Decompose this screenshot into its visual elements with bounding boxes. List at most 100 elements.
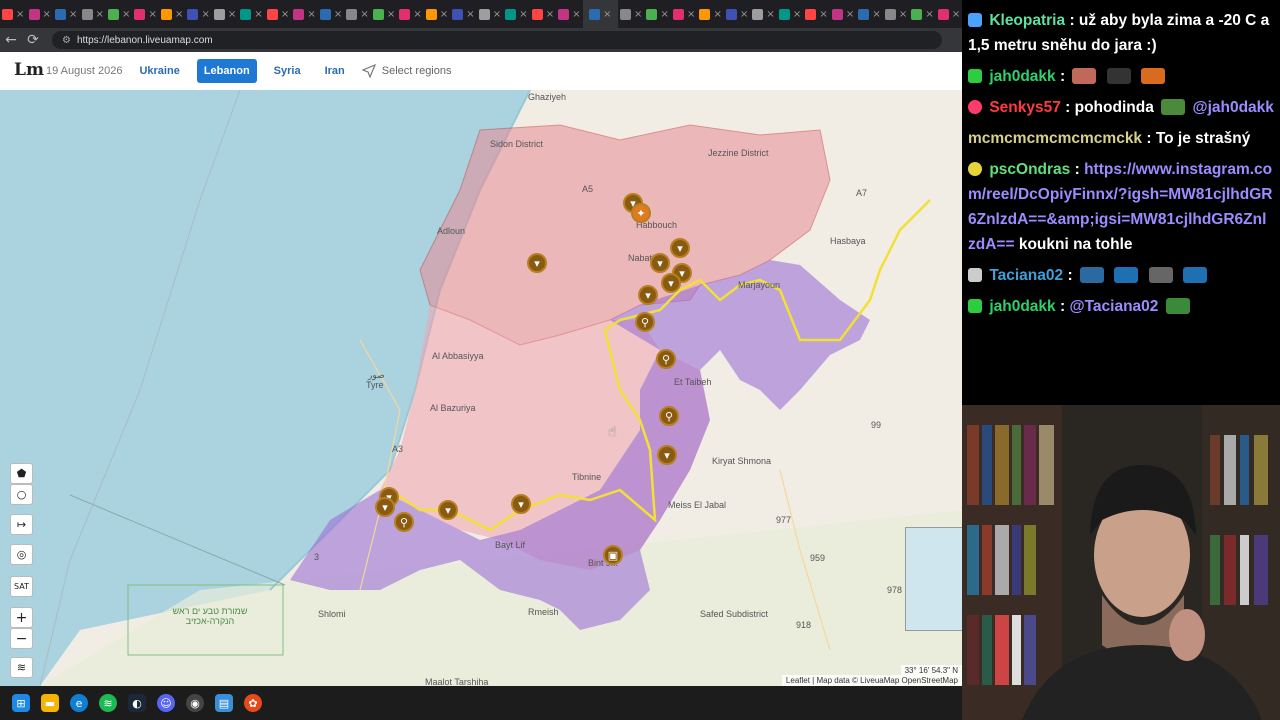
steam-icon[interactable]: ◐ (128, 694, 146, 712)
browser-tab[interactable]: × (750, 0, 776, 28)
close-tab-icon[interactable]: × (952, 9, 960, 20)
browser-tab[interactable]: × (477, 0, 503, 28)
app-icon[interactable]: ✿ (244, 694, 262, 712)
file-explorer-icon[interactable]: ▬ (41, 694, 59, 712)
close-tab-icon[interactable]: × (846, 9, 854, 20)
close-tab-icon[interactable]: × (69, 9, 77, 20)
browser-tab[interactable]: × (618, 0, 644, 28)
event-marker-icon[interactable]: ▾ (375, 497, 395, 517)
browser-tab[interactable]: × (697, 0, 723, 28)
close-tab-icon[interactable]: × (122, 9, 130, 20)
close-tab-icon[interactable]: × (228, 9, 236, 20)
close-tab-icon[interactable]: × (440, 9, 448, 20)
browser-tab[interactable]: × (397, 0, 423, 28)
measure-icon[interactable]: ↦ (10, 514, 33, 535)
browser-tab[interactable]: × (265, 0, 291, 28)
event-marker-icon[interactable]: ▾ (650, 253, 670, 273)
browser-tab[interactable]: × (936, 0, 962, 28)
chat-username[interactable]: Senkys57 (989, 99, 1061, 116)
back-icon[interactable]: ← (0, 32, 22, 48)
close-tab-icon[interactable]: × (254, 9, 262, 20)
tab-iran[interactable]: Iran (318, 59, 352, 83)
browser-tab[interactable]: × (724, 0, 750, 28)
browser-tab[interactable]: × (883, 0, 909, 28)
browser-tab[interactable]: × (159, 0, 185, 28)
close-tab-icon[interactable]: × (387, 9, 395, 20)
site-info-icon[interactable]: ⚙ (62, 35, 71, 46)
browser-tab[interactable]: × (424, 0, 450, 28)
close-tab-icon[interactable]: × (572, 9, 580, 20)
close-tab-icon[interactable]: × (493, 9, 501, 20)
close-tab-icon[interactable]: × (175, 9, 183, 20)
close-tab-icon[interactable]: × (603, 9, 611, 20)
browser-tab[interactable]: × (503, 0, 529, 28)
tab-syria[interactable]: Syria (267, 59, 308, 83)
event-marker-icon[interactable]: ▾ (657, 445, 677, 465)
close-tab-icon[interactable]: × (519, 9, 527, 20)
close-tab-icon[interactable]: × (713, 9, 721, 20)
event-marker-icon[interactable]: ▾ (661, 273, 681, 293)
close-tab-icon[interactable]: × (148, 9, 156, 20)
airstrike-marker-icon[interactable]: ⚲ (659, 406, 679, 426)
browser-tab[interactable]: × (582, 0, 618, 28)
browser-tab[interactable]: × (830, 0, 856, 28)
browser-tab[interactable]: × (803, 0, 829, 28)
close-tab-icon[interactable]: × (899, 9, 907, 20)
map-view[interactable]: Ghaziyeh Sidon District Jezzine District… (0, 90, 962, 686)
liveuamap-logo[interactable]: Lm (14, 60, 44, 82)
windows-start-icon[interactable]: ⊞ (12, 694, 30, 712)
draw-polygon-icon[interactable]: ⬟ (10, 463, 33, 484)
zoom-in-button[interactable]: + (10, 607, 33, 628)
minimap[interactable] (905, 527, 962, 631)
event-marker-icon[interactable]: ▾ (438, 500, 458, 520)
browser-tab[interactable]: × (318, 0, 344, 28)
browser-tab[interactable]: × (530, 0, 556, 28)
browser-tab[interactable]: × (132, 0, 158, 28)
browser-tab[interactable]: × (212, 0, 238, 28)
close-tab-icon[interactable]: × (766, 9, 774, 20)
edge-browser-icon[interactable]: e (70, 694, 88, 712)
close-tab-icon[interactable]: × (634, 9, 642, 20)
browser-tab[interactable]: × (26, 0, 52, 28)
browser-tab[interactable]: × (0, 0, 26, 28)
select-regions-button[interactable]: Select regions (361, 64, 452, 78)
event-marker-icon[interactable]: ▾ (511, 494, 531, 514)
tab-ukraine[interactable]: Ukraine (132, 59, 186, 83)
event-marker-icon[interactable]: ▾ (638, 285, 658, 305)
browser-tab[interactable]: × (79, 0, 105, 28)
notepad-icon[interactable]: ▤ (215, 694, 233, 712)
browser-tab[interactable]: × (344, 0, 370, 28)
browser-tab[interactable]: × (856, 0, 882, 28)
close-tab-icon[interactable]: × (96, 9, 104, 20)
close-tab-icon[interactable]: × (334, 9, 342, 20)
browser-tab[interactable]: × (291, 0, 317, 28)
browser-tab[interactable]: × (644, 0, 670, 28)
close-tab-icon[interactable]: × (281, 9, 289, 20)
spotify-icon[interactable]: ≋ (99, 694, 117, 712)
close-tab-icon[interactable]: × (307, 9, 315, 20)
close-tab-icon[interactable]: × (660, 9, 668, 20)
browser-tab[interactable]: × (777, 0, 803, 28)
event-marker-icon[interactable]: ▾ (670, 238, 690, 258)
close-tab-icon[interactable]: × (413, 9, 421, 20)
chat-username[interactable]: jah0dakk (989, 68, 1055, 85)
browser-tab[interactable]: × (671, 0, 697, 28)
close-tab-icon[interactable]: × (43, 9, 51, 20)
close-tab-icon[interactable]: × (819, 9, 827, 20)
explosion-marker-icon[interactable]: ✦ (631, 203, 651, 223)
address-bar[interactable]: ⚙ https://lebanon.liveuamap.com (52, 31, 942, 49)
browser-tab[interactable]: × (450, 0, 476, 28)
chat-username[interactable]: Kleopatria (989, 12, 1065, 29)
chat-mention[interactable]: @jah0dakk (1192, 99, 1273, 116)
current-date[interactable]: 19 August 2026 (46, 65, 122, 77)
browser-tab[interactable]: × (106, 0, 132, 28)
building-marker-icon[interactable]: ▣ (603, 545, 623, 565)
close-tab-icon[interactable]: × (872, 9, 880, 20)
zoom-out-button[interactable]: − (10, 628, 33, 649)
close-tab-icon[interactable]: × (925, 9, 933, 20)
reload-icon[interactable]: ⟳ (22, 32, 44, 48)
draw-circle-icon[interactable]: ○ (10, 484, 33, 505)
close-tab-icon[interactable]: × (360, 9, 368, 20)
obs-icon[interactable]: ◉ (186, 694, 204, 712)
airstrike-marker-icon[interactable]: ⚲ (656, 349, 676, 369)
